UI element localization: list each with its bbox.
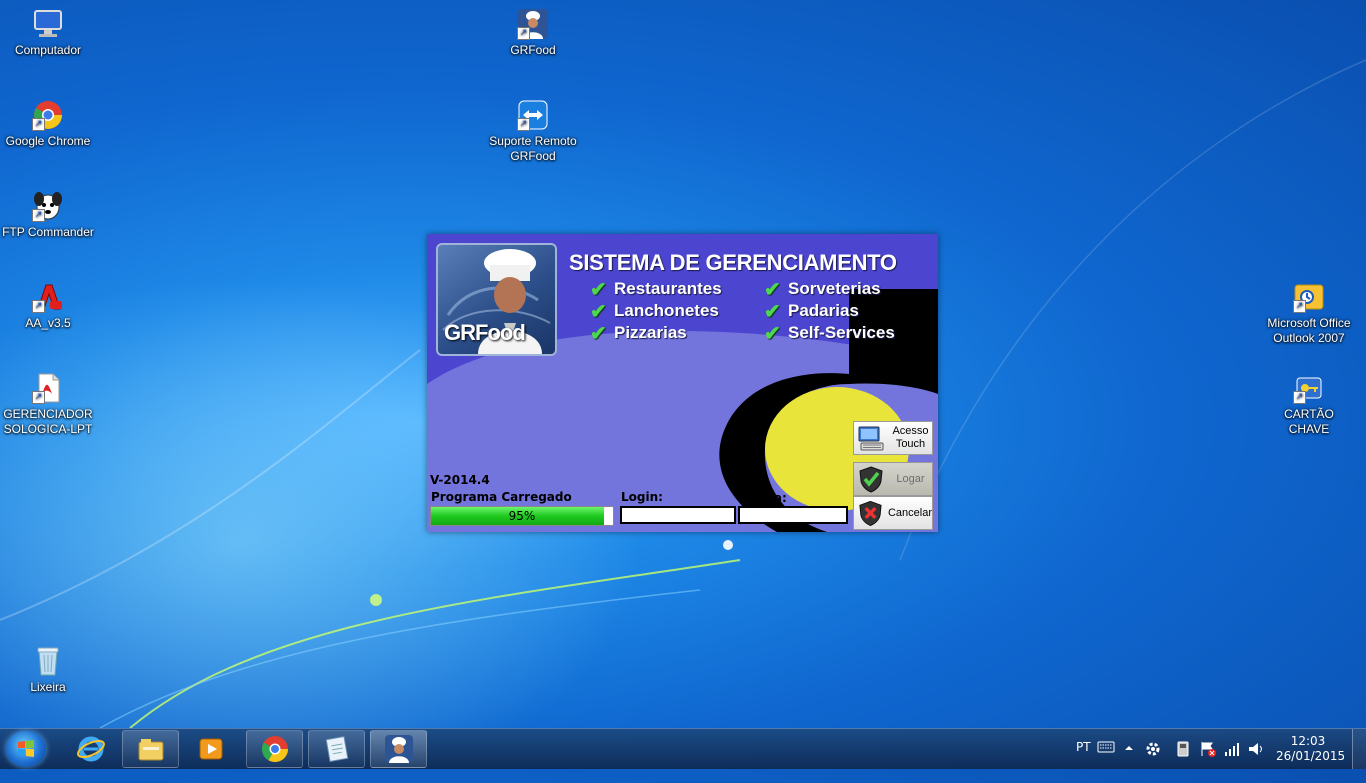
feature-item: ✔ Restaurantes bbox=[590, 278, 722, 301]
cancel-button[interactable]: Cancelar bbox=[853, 496, 933, 530]
desktop-icon-ftp-commander[interactable]: ↗ FTP Commander bbox=[2, 190, 94, 240]
touch-access-button[interactable]: Acesso Touch bbox=[853, 421, 933, 455]
logo-text: GRFood bbox=[444, 320, 526, 345]
desktop-icon-gerenciador[interactable]: ↗ GERENCIADOR SOLOGICA-LPT bbox=[2, 372, 94, 437]
usb-device-icon[interactable] bbox=[1175, 740, 1191, 780]
keyboard-icon[interactable] bbox=[1097, 740, 1115, 780]
language-indicator[interactable]: PT bbox=[1076, 740, 1091, 780]
notepad-icon bbox=[325, 736, 348, 762]
desktop-icon-label: CARTÃO CHAVE bbox=[1284, 407, 1334, 436]
desktop-icon-label: Microsoft Office Outlook 2007 bbox=[1267, 316, 1351, 345]
login-button[interactable]: Logar bbox=[853, 462, 933, 496]
card-key-icon: ↗ bbox=[1293, 372, 1325, 404]
password-label: Senha: bbox=[740, 491, 787, 505]
media-player-icon bbox=[199, 738, 222, 760]
shortcut-arrow-icon: ↗ bbox=[32, 300, 45, 313]
gear-icon[interactable] bbox=[1144, 740, 1162, 780]
progress-text: 95% bbox=[508, 509, 536, 523]
desktop-icon-label: Google Chrome bbox=[5, 134, 91, 148]
windows-logo-icon bbox=[18, 740, 34, 757]
cancel-button-label: Cancelar bbox=[887, 506, 932, 519]
taskbar-notepad[interactable] bbox=[308, 730, 365, 768]
shield-x-icon bbox=[859, 500, 882, 527]
desktop-icon-label: Suporte Remoto GRFood bbox=[489, 134, 577, 163]
load-progress-bar: 95% bbox=[430, 506, 614, 526]
feature-item: ✔ Padarias bbox=[764, 300, 859, 323]
taskbar-windows-explorer[interactable] bbox=[122, 730, 179, 768]
check-icon: ✔ bbox=[590, 322, 607, 345]
computer-icon bbox=[32, 8, 64, 40]
taskbar-media-player[interactable] bbox=[182, 730, 239, 768]
taskbar: PT 12:03 26/01/2015 bbox=[0, 728, 1366, 769]
chrome-icon: ↗ bbox=[32, 99, 64, 131]
chrome-icon bbox=[261, 736, 288, 763]
desktop-icon-cartao-chave[interactable]: ↗ CARTÃO CHAVE bbox=[1263, 372, 1355, 437]
taskbar-chrome[interactable] bbox=[246, 730, 303, 768]
version-label: V-2014.4 bbox=[430, 473, 490, 487]
desktop-icon-suporte-remoto[interactable]: ↗ Suporte Remoto GRFood bbox=[487, 99, 579, 164]
show-hidden-icons-icon[interactable] bbox=[1124, 743, 1134, 783]
pdf-document-icon: ↗ bbox=[32, 372, 64, 404]
keyboard-monitor-icon bbox=[858, 426, 884, 451]
grfood-login-window: GRFood SISTEMA DE GERENCIAMENTO ✔ Restaur… bbox=[427, 234, 938, 532]
login-label: Login: bbox=[621, 490, 663, 504]
taskbar-grfood[interactable] bbox=[370, 730, 427, 768]
shortcut-arrow-icon: ↗ bbox=[517, 27, 530, 40]
grfood-chef-icon: ↗ bbox=[517, 8, 549, 40]
feature-list-left: ✔ Restaurantes ✔ Lanchonetes ✔ Pizzarias bbox=[590, 278, 722, 345]
taskbar-internet-explorer[interactable] bbox=[62, 730, 119, 768]
desktop-icon-label: AA_v3.5 bbox=[25, 316, 71, 330]
internet-explorer-icon bbox=[76, 736, 105, 762]
desktop-icon-label: FTP Commander bbox=[2, 225, 94, 239]
desktop-icon-label: Lixeira bbox=[30, 680, 66, 694]
outlook-icon: ↗ bbox=[1293, 281, 1325, 313]
grfood-logo: GRFood bbox=[436, 243, 557, 356]
feature-item: ✔ Pizzarias bbox=[590, 322, 687, 345]
shortcut-arrow-icon: ↗ bbox=[1293, 391, 1306, 404]
app-title: SISTEMA DE GERENCIAMENTO bbox=[569, 250, 897, 275]
shortcut-arrow-icon: ↗ bbox=[517, 118, 530, 131]
desktop-icon-outlook[interactable]: ↗ Microsoft Office Outlook 2007 bbox=[1263, 281, 1355, 346]
feature-item: ✔ Self-Services bbox=[764, 322, 895, 345]
password-input[interactable] bbox=[738, 506, 848, 524]
status-label: Programa Carregado bbox=[431, 490, 572, 504]
desktop-icon-label: Computador bbox=[14, 43, 82, 57]
desktop-icon-computador[interactable]: Computador bbox=[2, 8, 94, 58]
shortcut-arrow-icon: ↗ bbox=[32, 118, 45, 131]
desktop-icon-google-chrome[interactable]: ↗ Google Chrome bbox=[2, 99, 94, 149]
clock-date: 26/01/2015 bbox=[1276, 749, 1346, 763]
action-center-flag-icon[interactable] bbox=[1199, 740, 1217, 780]
shield-check-icon bbox=[859, 466, 883, 493]
recycle-bin-icon bbox=[32, 645, 64, 677]
clock-time: 12:03 bbox=[1290, 734, 1326, 748]
login-button-label: Logar bbox=[896, 472, 925, 485]
desktop-icon-grfood[interactable]: ↗ GRFood bbox=[487, 8, 579, 58]
desktop-icon-label: GRFood bbox=[510, 43, 556, 57]
shortcut-arrow-icon: ↗ bbox=[32, 209, 45, 222]
feature-item: ✔ Lanchonetes bbox=[590, 300, 719, 323]
touch-access-label: Acesso Touch bbox=[892, 425, 929, 450]
desktop-icon-lixeira[interactable]: Lixeira bbox=[2, 645, 94, 695]
check-icon: ✔ bbox=[764, 322, 781, 345]
system-clock[interactable]: 12:03 26/01/2015 bbox=[1276, 734, 1346, 764]
windows-explorer-icon bbox=[138, 739, 163, 761]
shortcut-arrow-icon: ↗ bbox=[1293, 300, 1306, 313]
login-input[interactable] bbox=[620, 506, 736, 524]
desktop-icon-aa[interactable]: ↗ AA_v3.5 bbox=[2, 281, 94, 331]
start-button[interactable] bbox=[6, 731, 46, 767]
teamviewer-icon: ↗ bbox=[517, 99, 549, 131]
ftp-dog-icon: ↗ bbox=[32, 190, 64, 222]
feature-item: ✔ Sorveterias bbox=[764, 278, 881, 301]
desktop-icon-label: GERENCIADOR SOLOGICA-LPT bbox=[3, 407, 93, 436]
grfood-icon bbox=[384, 735, 413, 763]
volume-icon[interactable] bbox=[1247, 740, 1265, 780]
shortcut-arrow-icon: ↗ bbox=[32, 391, 45, 404]
show-desktop-button[interactable] bbox=[1352, 729, 1366, 769]
network-signal-icon[interactable] bbox=[1223, 740, 1241, 780]
feature-list-right: ✔ Sorveterias ✔ Padarias ✔ Self-Services bbox=[764, 278, 895, 345]
aa-app-icon: ↗ bbox=[32, 281, 64, 313]
